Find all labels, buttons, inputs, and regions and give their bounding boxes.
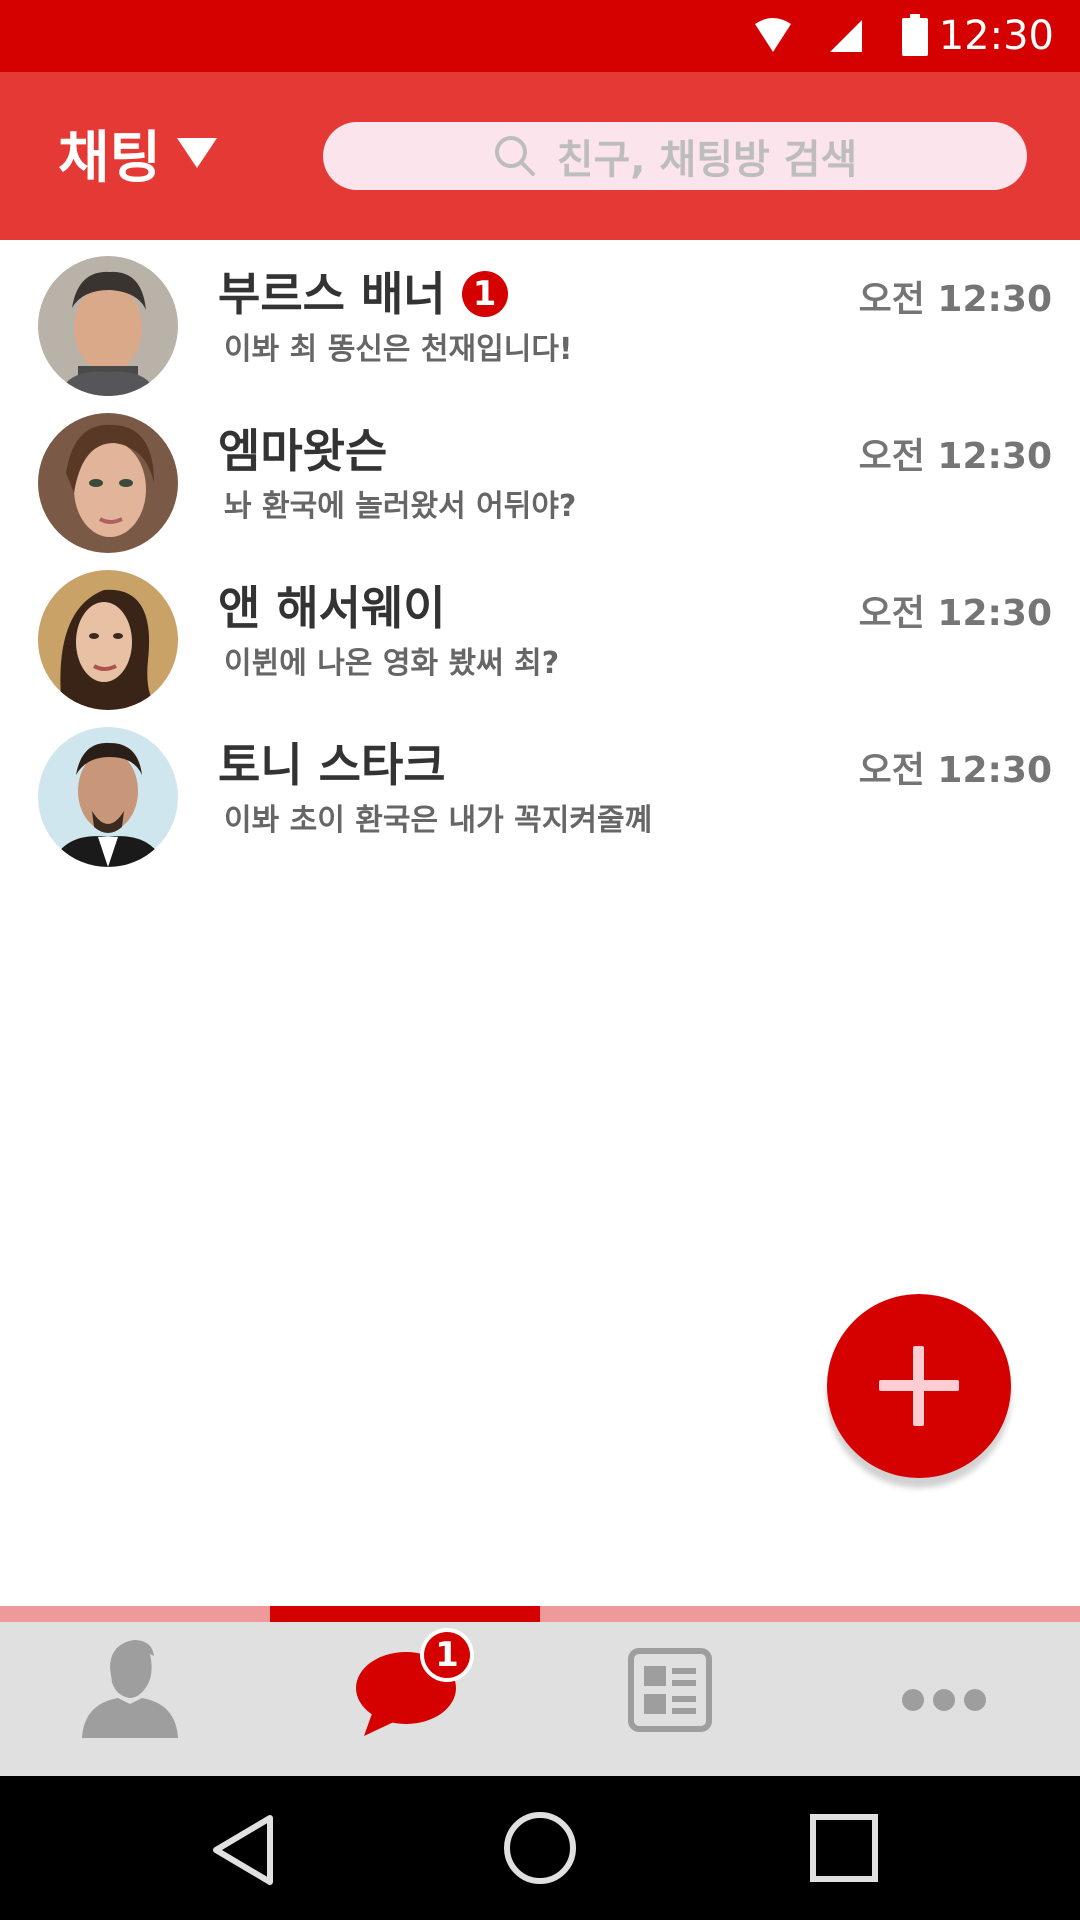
battery-icon [902,14,928,56]
avatar [38,727,178,867]
active-tab-indicator [270,1606,540,1622]
new-chat-button[interactable] [827,1294,1011,1478]
system-nav-bar [0,1776,1080,1920]
last-message: 이봐 초이 환국은 내가 꼭지켜줄꼐 [224,803,653,838]
message-time: 오전 12:30 [858,279,1052,320]
last-message: 이뷘에 나온 영화 봤써 최? [224,646,560,681]
avatar [38,413,178,553]
bottom-nav [0,1622,1080,1776]
unread-badge: 1 [461,271,508,317]
triangle-down-icon [177,138,218,168]
contact-name: 부르스 배너 [218,267,446,321]
recents-button[interactable] [764,1776,924,1920]
message-time: 오전 12:30 [858,593,1052,634]
list-item[interactable]: 앤 해서웨이 이뷘에 나온 영화 봤써 최? 오전 12:30 [0,554,1080,711]
app-bar: 채팅 친구, 채팅방 검색 [0,72,1080,240]
chat-list: 부르스 배너 1 이봐 최 똥신은 천재입니다! 오전 12:30 엠마왓슨 놔… [0,240,1080,868]
chat-name: 부르스 배너 1 [218,266,508,322]
home-icon [504,1812,576,1884]
contact-name: 토니 스타크 [218,738,446,792]
list-item[interactable]: 부르스 배너 1 이봐 최 똥신은 천재입니다! 오전 12:30 [0,240,1080,397]
avatar [38,570,178,710]
search-input[interactable]: 친구, 채팅방 검색 [323,122,1027,190]
list-item[interactable]: 토니 스타크 이봐 초이 환국은 내가 꼭지켜줄꼐 오전 12:30 [0,711,1080,868]
back-button[interactable] [160,1776,320,1920]
recents-icon [810,1814,878,1882]
tab-news[interactable] [540,1622,810,1776]
tab-friends[interactable] [0,1622,270,1776]
contact-name: 앤 해서웨이 [218,581,446,635]
tab-indicator-track [0,1606,1080,1622]
page-title: 채팅 [58,125,162,191]
tab-more[interactable] [810,1622,1080,1776]
tab-chats[interactable] [270,1622,540,1776]
search-placeholder: 친구, 채팅방 검색 [556,137,858,183]
chat-name: 토니 스타크 [218,737,446,793]
person-icon [82,1640,178,1738]
chat-title-dropdown[interactable]: 채팅 [58,118,218,191]
back-icon [213,1815,273,1885]
contact-name: 엠마왓슨 [218,424,388,478]
message-time: 오전 12:30 [858,750,1052,791]
status-time: 12:30 [938,13,1054,59]
home-button[interactable] [460,1776,620,1920]
chat-name: 앤 해서웨이 [218,580,446,636]
last-message: 놔 환국에 놀러왔서 어뒤야? [224,489,577,524]
status-bar: 12:30 [0,0,1080,72]
chat-tab-badge: 1 [424,1632,470,1678]
avatar [38,256,178,396]
message-time: 오전 12:30 [858,436,1052,477]
list-item[interactable]: 엠마왓슨 놔 환국에 놀러왔서 어뒤야? 오전 12:30 [0,397,1080,554]
news-icon [628,1648,712,1732]
signal-icon [830,20,862,52]
search-icon [494,136,535,176]
more-icon [902,1689,986,1711]
chat-name: 엠마왓슨 [218,423,387,479]
wifi-icon [755,18,791,52]
last-message: 이봐 최 똥신은 천재입니다! [224,332,573,367]
